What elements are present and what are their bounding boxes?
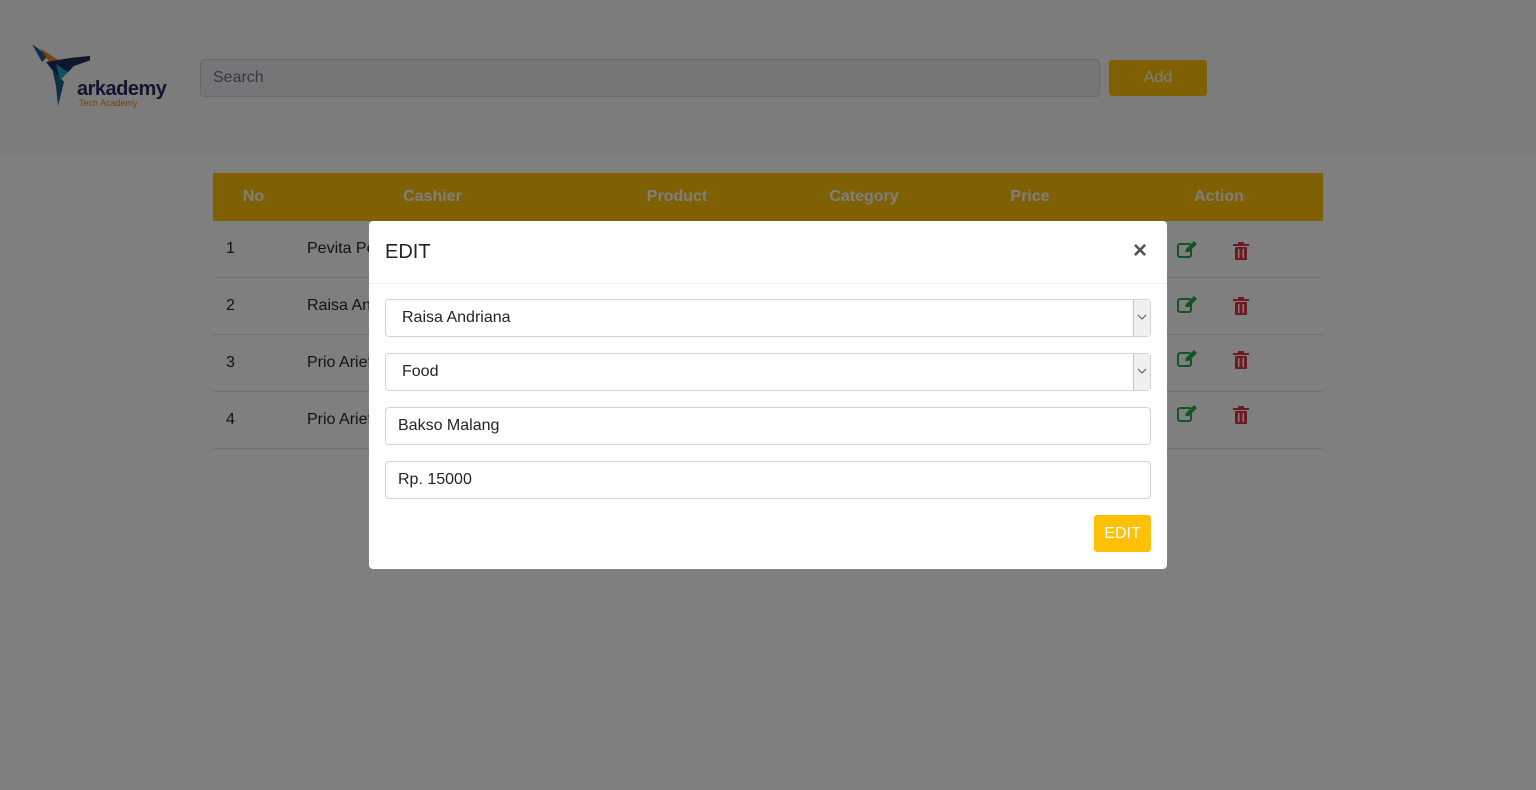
product-input-value: Bakso Malang xyxy=(398,417,500,434)
product-input[interactable]: Bakso Malang xyxy=(385,407,1151,445)
chevron-down-icon[interactable] xyxy=(1133,300,1150,336)
edit-submit-button[interactable]: EDIT xyxy=(1094,515,1151,552)
modal-title: EDIT xyxy=(385,241,431,263)
cashier-select[interactable]: Raisa Andriana xyxy=(385,299,1151,337)
cashier-select-value: Raisa Andriana xyxy=(402,309,511,326)
modal-divider xyxy=(369,283,1167,284)
edit-modal: EDIT × Raisa Andriana Food Bakso Malang … xyxy=(369,221,1167,569)
category-select[interactable]: Food xyxy=(385,353,1151,391)
price-input-value: Rp. 15000 xyxy=(398,471,472,488)
price-input[interactable]: Rp. 15000 xyxy=(385,461,1151,499)
chevron-down-icon[interactable] xyxy=(1133,354,1150,390)
category-select-value: Food xyxy=(402,363,439,380)
close-icon[interactable]: × xyxy=(1133,239,1147,263)
